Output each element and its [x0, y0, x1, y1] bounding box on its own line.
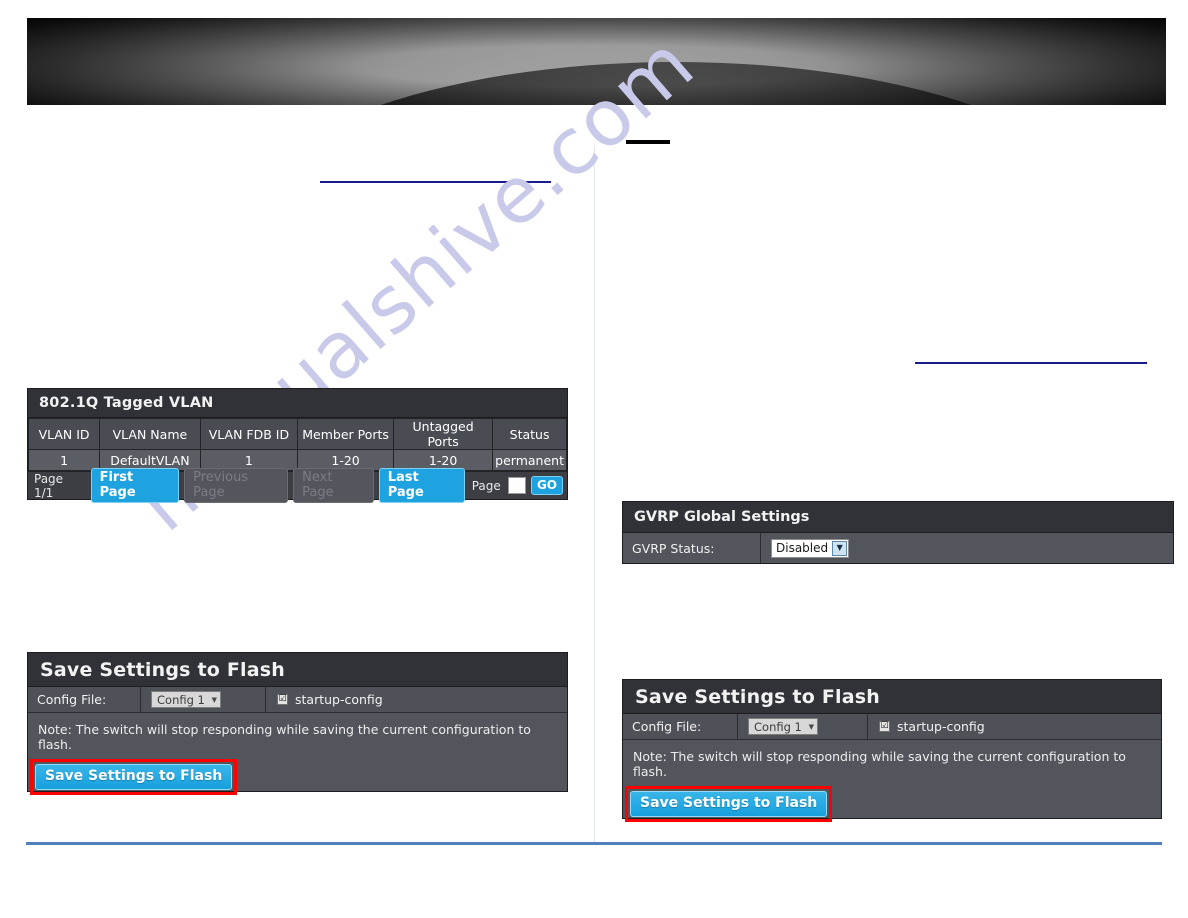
config-file-select-cell-left: Config 1 ▼ — [141, 687, 266, 712]
config-file-select-cell-right: Config 1 ▼ — [738, 714, 868, 739]
gvrp-status-select[interactable]: Disabled ▼ — [771, 538, 850, 558]
page-root: manualshive.com 802.1Q Tagged VLAN VLAN … — [0, 0, 1188, 918]
save-panel-title-right: Save Settings to Flash — [623, 680, 1161, 714]
col-vlan-fdb-id: VLAN FDB ID — [199, 418, 299, 450]
config-file-select-value-right: Config 1 — [754, 719, 802, 734]
startup-config-checkbox-right[interactable]: ☑ — [879, 721, 890, 732]
save-button-wrap-left: Save Settings to Flash — [28, 752, 567, 795]
save-button-wrap-right: Save Settings to Flash — [623, 779, 1161, 822]
gvrp-global-settings-panel: GVRP Global Settings GVRP Status: Disabl… — [622, 501, 1174, 564]
section-dash-rule — [626, 140, 670, 144]
vlan-table-panel: 802.1Q Tagged VLAN VLAN ID VLAN Name VLA… — [27, 388, 568, 503]
header-banner-image — [27, 18, 1166, 105]
startup-config-checkbox-left[interactable]: ☑ — [277, 694, 288, 705]
gvrp-status-row: GVRP Status: Disabled ▼ — [623, 533, 1173, 563]
col-status: Status — [492, 418, 567, 450]
gvrp-status-value-cell: Disabled ▼ — [761, 533, 1173, 563]
save-settings-panel-right: Save Settings to Flash Config File: Conf… — [622, 679, 1162, 822]
right-column-link-underline — [915, 362, 1147, 364]
save-settings-panel-left: Save Settings to Flash Config File: Conf… — [27, 652, 568, 795]
page-indicator: Page 1/1 — [34, 471, 64, 500]
previous-page-button[interactable]: Previous Page — [184, 468, 289, 503]
startup-config-label-left: startup-config — [295, 692, 383, 707]
gvrp-status-select-value: Disabled — [776, 541, 829, 555]
config-file-label-right: Config File: — [623, 714, 738, 739]
config-file-label-left: Config File: — [28, 687, 141, 712]
highlight-box-left: Save Settings to Flash — [30, 759, 238, 795]
chevron-down-icon: ▼ — [808, 722, 814, 731]
cell-status: permanent — [492, 449, 567, 471]
col-vlan-id: VLAN ID — [27, 418, 101, 450]
go-button[interactable]: GO — [530, 476, 563, 495]
page-input-label: Page — [471, 478, 501, 493]
cell-vlan-id: 1 — [27, 449, 101, 471]
vlan-panel-title: 802.1Q Tagged VLAN — [28, 389, 567, 418]
save-note-left: Note: The switch will stop responding wh… — [38, 722, 531, 752]
gvrp-panel-title: GVRP Global Settings — [623, 502, 1173, 533]
col-untagged-ports: Untagged Ports — [393, 418, 494, 450]
chevron-down-icon: ▼ — [211, 695, 217, 704]
footer-rule — [26, 842, 1162, 845]
startup-config-cell-left[interactable]: ☑ startup-config — [266, 687, 567, 712]
page-number-input[interactable] — [507, 477, 526, 494]
config-file-select-left[interactable]: Config 1 ▼ — [151, 691, 221, 708]
save-note-right: Note: The switch will stop responding wh… — [633, 749, 1126, 779]
col-vlan-name: VLAN Name — [99, 418, 201, 450]
config-file-select-value-left: Config 1 — [157, 692, 205, 707]
chevron-down-icon: ▼ — [832, 540, 848, 556]
next-page-button[interactable]: Next Page — [293, 468, 374, 503]
vlan-table-header-row: VLAN ID VLAN Name VLAN FDB ID Member Por… — [27, 418, 567, 450]
vlan-table: VLAN ID VLAN Name VLAN FDB ID Member Por… — [27, 418, 567, 471]
save-settings-to-flash-button-left[interactable]: Save Settings to Flash — [35, 764, 233, 790]
banner-vignette — [27, 18, 1166, 105]
config-file-select-right[interactable]: Config 1 ▼ — [748, 718, 818, 735]
highlight-box-right: Save Settings to Flash — [625, 786, 833, 822]
gvrp-status-label: GVRP Status: — [623, 533, 761, 563]
first-page-button[interactable]: First Page — [90, 468, 180, 503]
save-settings-to-flash-button-right[interactable]: Save Settings to Flash — [630, 791, 828, 817]
column-divider — [594, 145, 595, 842]
last-page-button[interactable]: Last Page — [378, 468, 465, 503]
vlan-pagination-bar: Page 1/1 First Page Previous Page Next P… — [28, 468, 567, 503]
save-panel-title-left: Save Settings to Flash — [28, 653, 567, 687]
config-file-row-right: Config File: Config 1 ▼ ☑ startup-config — [623, 714, 1161, 740]
col-member-ports: Member Ports — [297, 418, 395, 450]
startup-config-cell-right[interactable]: ☑ startup-config — [868, 714, 1161, 739]
config-file-row-left: Config File: Config 1 ▼ ☑ startup-config — [28, 687, 567, 713]
left-column-link-underline — [320, 181, 551, 183]
startup-config-label-right: startup-config — [897, 719, 985, 734]
